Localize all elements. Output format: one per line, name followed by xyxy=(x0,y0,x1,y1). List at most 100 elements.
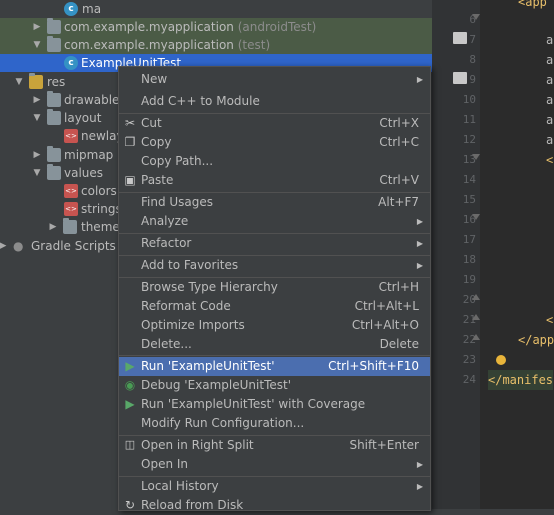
menu-item-open-in[interactable]: Open In ▶ xyxy=(119,455,430,474)
chevron-down-icon[interactable]: ▼ xyxy=(14,73,24,91)
menu-item-shortcut: Ctrl+C xyxy=(379,135,419,149)
chevron-down-icon[interactable]: ▼ xyxy=(32,109,42,127)
menu-item-label: Reformat Code xyxy=(141,299,231,313)
line-number: 10 xyxy=(462,93,476,106)
line-number: 8 xyxy=(469,53,476,66)
code-line: a xyxy=(546,93,554,107)
chevron-right-icon[interactable]: ▶ xyxy=(32,146,42,164)
tree-item-test-package[interactable]: ▼ com.example.myapplication (test) xyxy=(0,36,432,54)
menu-item-copy[interactable]: ❐ Copy Ctrl+C xyxy=(119,133,430,152)
menu-item-shortcut: Ctrl+Alt+L xyxy=(354,299,419,313)
image-preview-icon[interactable] xyxy=(453,72,467,84)
context-menu: New ▶ Add C++ to Module ✂ Cut Ctrl+X ❐ C… xyxy=(118,66,431,512)
submenu-arrow-icon: ▶ xyxy=(416,460,423,469)
menu-item-run[interactable]: ▶ Run 'ExampleUnitTest' Ctrl+Shift+F10 xyxy=(119,357,430,376)
menu-item-optimize-imports[interactable]: Optimize Imports Ctrl+Alt+O xyxy=(119,316,430,335)
line-number: 21 xyxy=(462,313,476,326)
menu-item-label: Refactor xyxy=(141,236,192,250)
menu-item-shortcut: Ctrl+V xyxy=(379,173,419,187)
menu-item-local-history[interactable]: Local History ▶ xyxy=(119,477,430,496)
menu-item-modify-run-configuration[interactable]: Modify Run Configuration... xyxy=(119,414,430,433)
run-icon: ▶ xyxy=(125,359,135,373)
chevron-down-icon[interactable]: ▼ xyxy=(32,164,42,182)
gradle-icon: ● xyxy=(13,239,24,253)
lightbulb-icon[interactable] xyxy=(496,355,506,365)
submenu-arrow-icon: ▶ xyxy=(416,482,423,491)
line-number: 20 xyxy=(462,293,476,306)
menu-item-label: Modify Run Configuration... xyxy=(141,416,305,430)
menu-item-label: Delete... xyxy=(141,337,192,351)
chevron-down-icon[interactable]: ▼ xyxy=(32,36,42,54)
package-folder-icon xyxy=(47,36,61,52)
menu-item-label: New xyxy=(141,72,168,86)
menu-item-analyze[interactable]: Analyze ▶ xyxy=(119,212,430,231)
resource-folder-icon xyxy=(29,73,43,89)
menu-item-new[interactable]: New ▶ xyxy=(119,70,430,89)
menu-item-shortcut: Delete xyxy=(379,337,419,351)
xml-file-icon: <> xyxy=(64,129,78,143)
tree-item-label: layout xyxy=(64,111,102,125)
folder-icon xyxy=(47,146,61,162)
split-icon: ◫ xyxy=(124,438,136,451)
chevron-right-icon[interactable]: ▶ xyxy=(32,18,42,36)
menu-item-label: Local History xyxy=(141,479,219,493)
menu-item-refactor[interactable]: Refactor ▶ xyxy=(119,234,430,253)
tree-item-label: com.example.myapplication xyxy=(64,38,234,52)
menu-item-paste[interactable]: ▣ Paste Ctrl+V xyxy=(119,171,430,190)
menu-item-copy-path[interactable]: Copy Path... xyxy=(119,152,430,171)
class-icon: c xyxy=(64,2,78,16)
reload-icon: ↻ xyxy=(124,498,136,512)
chevron-right-icon[interactable]: ▶ xyxy=(32,91,42,109)
line-number: 17 xyxy=(462,233,476,246)
scissors-icon: ✂ xyxy=(124,116,136,130)
tree-item-label: colors. xyxy=(81,184,121,198)
menu-item-debug[interactable]: ◉ Debug 'ExampleUnitTest' xyxy=(119,376,430,395)
fold-marker-icon[interactable] xyxy=(472,214,480,220)
tree-item-androidtest-package[interactable]: ▶ com.example.myapplication (androidTest… xyxy=(0,18,432,36)
fold-marker-icon[interactable] xyxy=(472,294,480,300)
package-folder-icon xyxy=(47,18,61,34)
coverage-icon: ▶ xyxy=(125,397,135,411)
tree-item-note: (androidTest) xyxy=(237,20,317,34)
menu-item-shortcut: Alt+F7 xyxy=(378,195,419,209)
menu-item-browse-type-hierarchy[interactable]: Browse Type Hierarchy Ctrl+H xyxy=(119,278,430,297)
menu-item-label: Copy Path... xyxy=(141,154,214,168)
fold-marker-icon[interactable] xyxy=(472,334,480,340)
tree-item-note: (test) xyxy=(237,38,271,52)
fold-marker-icon[interactable] xyxy=(472,14,480,20)
code-line: a xyxy=(546,113,554,127)
menu-item-label: Open in Right Split xyxy=(141,438,254,452)
code-editor[interactable]: 6 7 8 9 10 11 12 13 14 15 16 17 18 19 20… xyxy=(432,0,554,509)
menu-item-delete[interactable]: Delete... Delete xyxy=(119,335,430,354)
tree-item-mainactivity[interactable]: c ma xyxy=(0,0,432,18)
menu-item-reformat-code[interactable]: Reformat Code Ctrl+Alt+L xyxy=(119,297,430,316)
menu-item-label: Run 'ExampleUnitTest' with Coverage xyxy=(141,397,366,411)
image-preview-icon[interactable] xyxy=(453,32,467,44)
chevron-right-icon[interactable]: ▶ xyxy=(0,237,8,255)
folder-icon xyxy=(47,91,61,107)
fold-marker-icon[interactable] xyxy=(472,154,480,160)
chevron-right-icon[interactable]: ▶ xyxy=(48,218,58,236)
code-line: </manifes xyxy=(488,370,554,390)
line-number: 12 xyxy=(462,133,476,146)
submenu-arrow-icon: ▶ xyxy=(416,217,423,226)
fold-marker-icon[interactable] xyxy=(472,314,480,320)
menu-item-label: Find Usages xyxy=(141,195,214,209)
menu-item-cut[interactable]: ✂ Cut Ctrl+X xyxy=(119,114,430,133)
line-number: 6 xyxy=(469,13,476,26)
menu-item-run-with-coverage[interactable]: ▶ Run 'ExampleUnitTest' with Coverage xyxy=(119,395,430,414)
menu-item-label: Reload from Disk xyxy=(141,498,244,512)
menu-item-shortcut: Ctrl+Alt+O xyxy=(351,318,419,332)
menu-item-add-to-favorites[interactable]: Add to Favorites ▶ xyxy=(119,256,430,275)
menu-item-add-cpp[interactable]: Add C++ to Module xyxy=(119,92,430,111)
code-line: < xyxy=(546,153,554,167)
menu-item-reload-from-disk[interactable]: ↻ Reload from Disk xyxy=(119,496,430,515)
line-number: 24 xyxy=(462,373,476,386)
code-line: < xyxy=(546,313,554,327)
menu-item-label: Browse Type Hierarchy xyxy=(141,280,278,294)
line-number: 22 xyxy=(462,333,476,346)
menu-item-open-in-right-split[interactable]: ◫ Open in Right Split Shift+Enter xyxy=(119,436,430,455)
menu-item-find-usages[interactable]: Find Usages Alt+F7 xyxy=(119,193,430,212)
tree-item-label: com.example.myapplication xyxy=(64,20,234,34)
folder-icon xyxy=(47,164,61,180)
